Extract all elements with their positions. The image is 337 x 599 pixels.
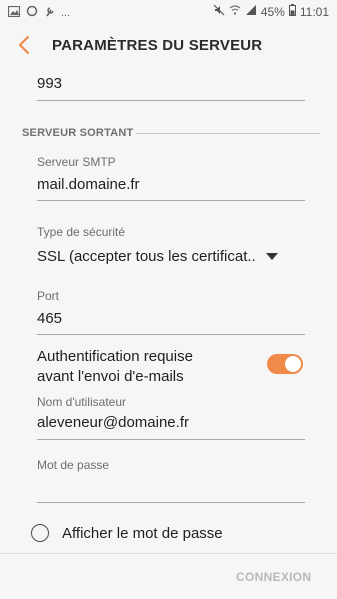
incoming-port-value[interactable]: 993	[37, 75, 62, 92]
auth-required-label: Authentification requise avant l'envoi d…	[37, 347, 193, 387]
password-label: Mot de passe	[37, 458, 110, 472]
battery-icon	[288, 4, 296, 19]
smtp-server-label: Serveur SMTP	[37, 155, 116, 169]
battery-percent: 45%	[260, 4, 285, 19]
wifi-icon	[229, 4, 241, 19]
port-field[interactable]: 465	[37, 310, 62, 327]
auth-required-line2: avant l'envoi d'e-mails	[37, 368, 184, 385]
username-field[interactable]: aleveneur@domaine.fr	[37, 414, 189, 431]
username-underline	[37, 439, 305, 440]
dropdown-arrow-icon[interactable]	[266, 253, 278, 260]
wrench-icon	[44, 5, 55, 20]
connect-button[interactable]: CONNEXION	[236, 570, 311, 584]
footer-divider	[0, 553, 337, 554]
auth-required-toggle[interactable]	[267, 354, 303, 374]
more-notifications: ...	[61, 6, 71, 19]
toggle-knob	[285, 356, 301, 372]
status-bar: ... 45% 11:01	[0, 0, 337, 24]
section-title-outgoing: SERVEUR SORTANT	[22, 127, 134, 139]
smtp-server-field[interactable]: mail.domaine.fr	[37, 176, 140, 193]
back-button[interactable]	[14, 34, 34, 56]
section-divider	[136, 133, 320, 134]
security-type-label: Type de sécurité	[37, 225, 126, 239]
signal-icon	[245, 4, 257, 19]
show-password-label[interactable]: Afficher le mot de passe	[62, 525, 223, 542]
port-underline	[37, 334, 305, 335]
circle-sync-icon	[26, 5, 38, 20]
clock: 11:01	[299, 4, 329, 19]
auth-required-line1: Authentification requise	[37, 348, 193, 365]
security-type-select[interactable]: SSL (accepter tous les certificat..	[37, 248, 256, 265]
username-label: Nom d'utilisateur	[37, 395, 126, 409]
status-system: 45% 11:01	[213, 4, 329, 19]
chevron-left-icon	[14, 35, 34, 60]
show-password-radio[interactable]	[31, 524, 49, 542]
incoming-port-underline	[37, 100, 305, 101]
image-icon	[7, 5, 21, 20]
page-title: PARAMÈTRES DU SERVEUR	[52, 37, 263, 54]
password-field[interactable]	[37, 478, 305, 500]
mute-icon	[213, 4, 225, 19]
status-notifications: ...	[7, 5, 71, 20]
password-underline	[37, 502, 305, 503]
smtp-server-underline	[37, 200, 305, 201]
port-label: Port	[37, 289, 60, 303]
